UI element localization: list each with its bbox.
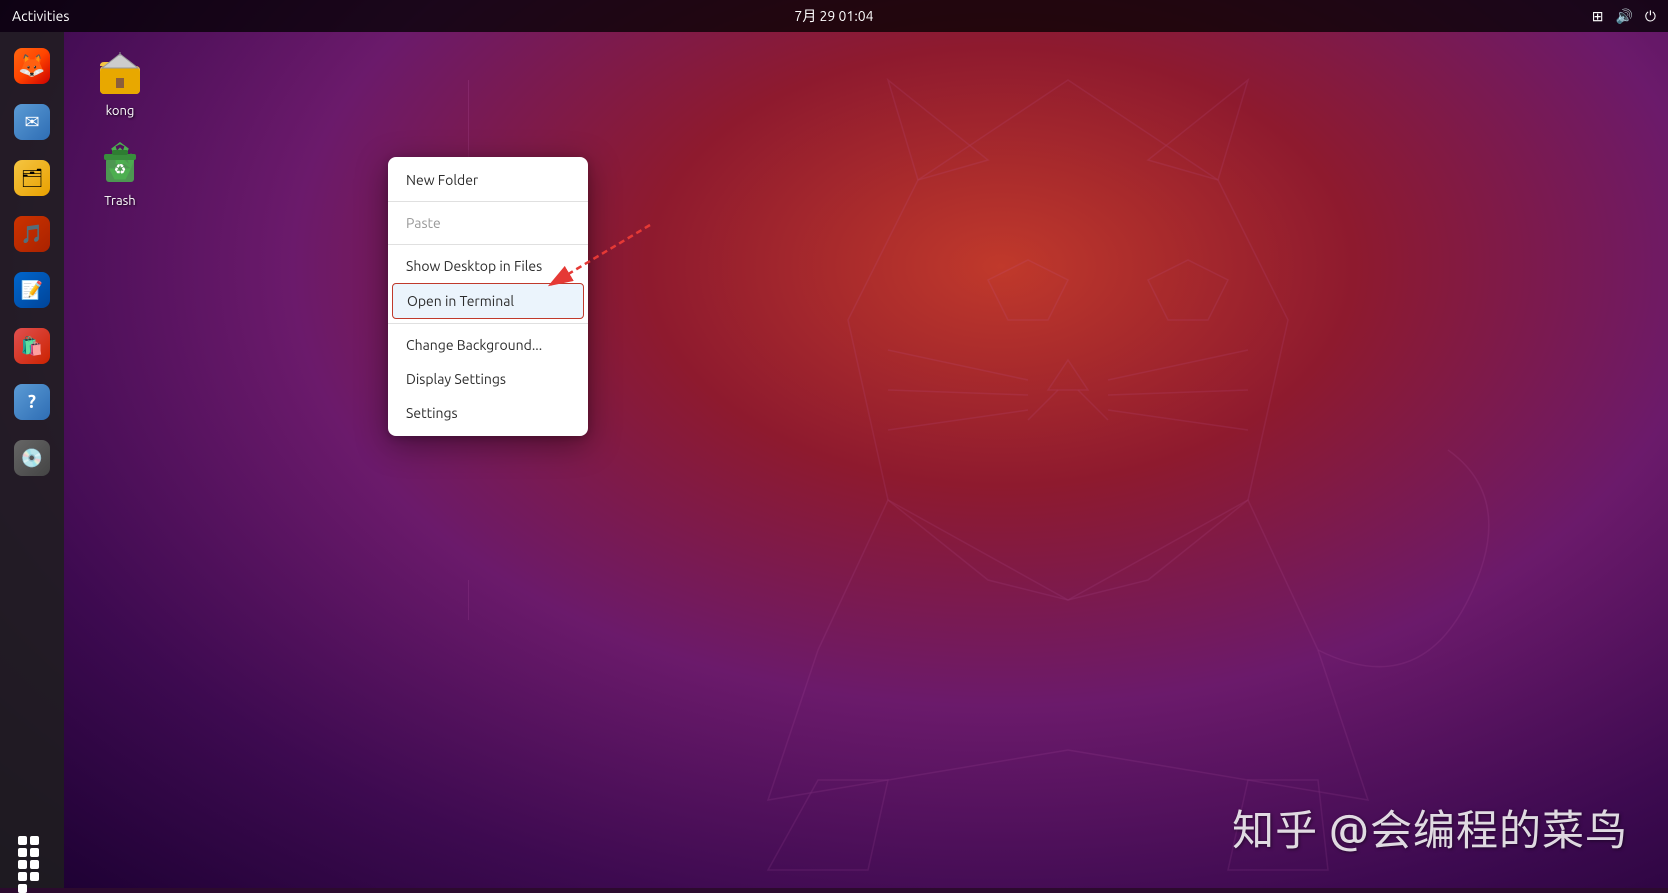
power-icon[interactable]: ⏻ — [1645, 8, 1656, 25]
dvd-icon: 💿 — [14, 440, 50, 476]
firefox-icon: 🦊 — [14, 48, 50, 84]
volume-icon[interactable]: 🔊 — [1615, 8, 1632, 25]
sidebar-item-mail[interactable]: ✉ — [6, 96, 58, 148]
kong-icon — [94, 48, 146, 100]
sidebar-item-sound[interactable]: 🎵 — [6, 208, 58, 260]
show-applications-button[interactable] — [6, 824, 58, 876]
sidebar-item-writer[interactable]: 📝 — [6, 264, 58, 316]
svg-text:♻: ♻ — [114, 161, 127, 177]
writer-icon: 📝 — [14, 272, 50, 308]
context-menu: New Folder Paste Show Desktop in Files O… — [388, 157, 588, 436]
cat-wireframe — [468, 0, 1668, 888]
menu-separator-2 — [388, 244, 588, 245]
sidebar-item-appstore[interactable]: 🛍️ — [6, 320, 58, 372]
help-icon: ? — [14, 384, 50, 420]
menu-item-new-folder[interactable]: New Folder — [388, 163, 588, 197]
menu-item-open-terminal[interactable]: Open in Terminal — [392, 283, 584, 319]
appstore-icon: 🛍️ — [14, 328, 50, 364]
sound-icon: 🎵 — [14, 216, 50, 252]
desktop-background — [0, 0, 1668, 888]
menu-item-paste[interactable]: Paste — [388, 206, 588, 240]
grid-icon — [14, 832, 50, 868]
desktop-icon-kong[interactable]: kong — [80, 48, 160, 118]
sidebar-item-dvd[interactable]: 💿 — [6, 432, 58, 484]
activities-button[interactable]: Activities — [12, 8, 69, 24]
watermark: 知乎 @会编程的菜鸟 — [1232, 797, 1628, 858]
menu-item-show-desktop[interactable]: Show Desktop in Files — [388, 249, 588, 283]
trash-icon: ♻ — [94, 138, 146, 190]
menu-item-settings[interactable]: Settings — [388, 396, 588, 430]
topbar-datetime[interactable]: 7月 29 01:04 — [794, 6, 873, 26]
menu-separator-1 — [388, 201, 588, 202]
menu-separator-3 — [388, 323, 588, 324]
menu-item-change-bg[interactable]: Change Background... — [388, 328, 588, 362]
trash-label: Trash — [104, 194, 135, 208]
desktop-icons: kong ♻ Trash — [80, 48, 160, 208]
topbar-left: Activities — [12, 8, 69, 24]
mail-icon: ✉ — [14, 104, 50, 140]
menu-item-display-settings[interactable]: Display Settings — [388, 362, 588, 396]
desktop-icon-trash[interactable]: ♻ Trash — [80, 138, 160, 208]
sidebar-item-help[interactable]: ? — [6, 376, 58, 428]
sidebar-item-files[interactable]: 🗂 — [6, 152, 58, 204]
topbar: Activities 7月 29 01:04 ⊞ 🔊 ⏻ — [0, 0, 1668, 32]
sidebar-bottom — [6, 824, 58, 876]
files-icon: 🗂 — [14, 160, 50, 196]
topbar-right: ⊞ 🔊 ⏻ — [1592, 8, 1656, 25]
kong-label: kong — [106, 104, 135, 118]
network-icon[interactable]: ⊞ — [1592, 8, 1604, 25]
sidebar: 🦊 ✉ 🗂 🎵 📝 🛍️ ? 💿 — [0, 32, 64, 888]
sidebar-item-firefox[interactable]: 🦊 — [6, 40, 58, 92]
